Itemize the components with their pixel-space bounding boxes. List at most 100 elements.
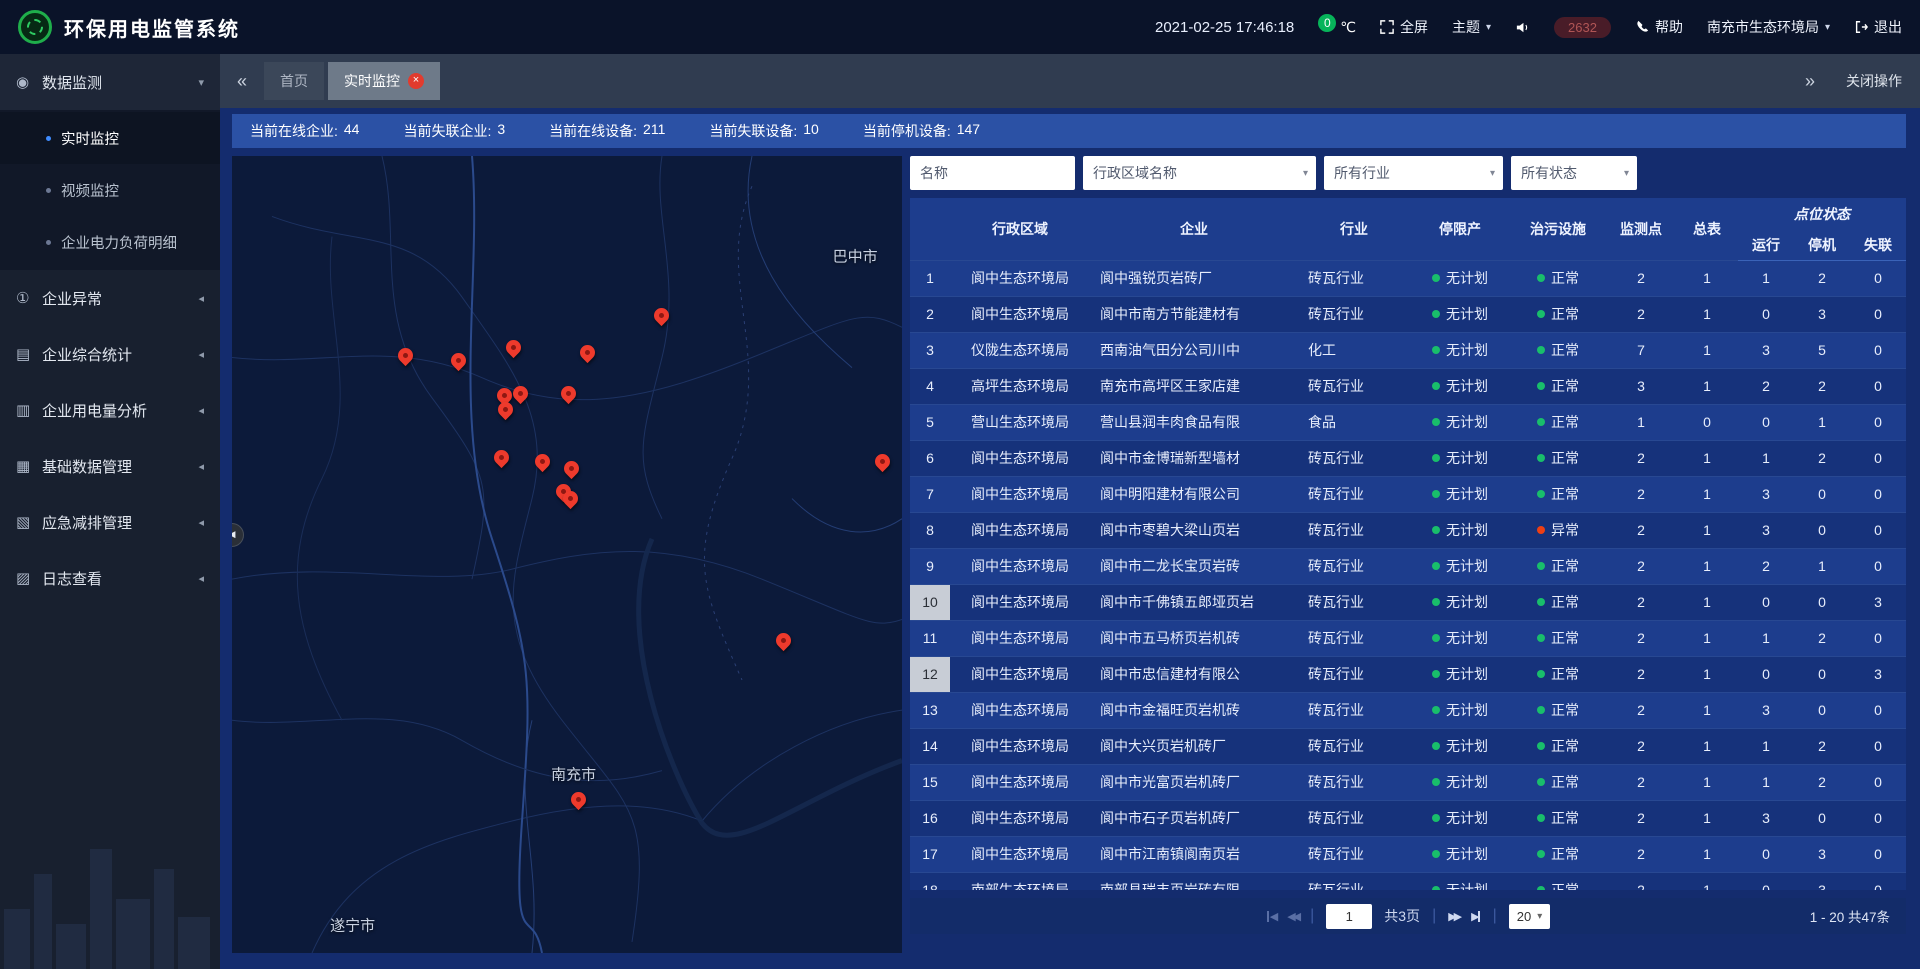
cell-industry: 砖瓦行业 [1298, 296, 1410, 332]
theme-dropdown[interactable]: 主题▾ [1452, 17, 1491, 37]
cell-run: 2 [1738, 368, 1794, 404]
first-page-button[interactable]: ◀ [1266, 910, 1275, 923]
cell-lost: 0 [1850, 440, 1906, 476]
cell-region: 仪陇生态环境局 [950, 332, 1090, 368]
sidebar-item-5[interactable]: ▦基础数据管理◂ [0, 438, 220, 494]
cell-lost: 0 [1850, 476, 1906, 512]
table-row[interactable]: 7阆中生态环境局阆中明阳建材有限公司砖瓦行业无计划正常21300 [910, 476, 1906, 512]
tabs-scroll-left-button[interactable]: « [220, 71, 264, 92]
datetime: 2021-02-25 17:46:18 [1155, 19, 1294, 36]
tab-1[interactable]: 首页 [264, 62, 324, 100]
cell-run: 0 [1738, 872, 1794, 890]
table-row[interactable]: 10阆中生态环境局阆中市千佛镇五郎垭页岩砖瓦行业无计划正常21003 [910, 584, 1906, 620]
name-search-input[interactable] [910, 156, 1075, 190]
cell-company: 阆中市千佛镇五郎垭页岩 [1090, 584, 1298, 620]
column-subheader: 停机 [1794, 230, 1850, 260]
page-size-select[interactable]: 20▾ [1509, 904, 1551, 929]
sidebar-item-3[interactable]: ▤企业综合统计◂ [0, 326, 220, 382]
industry-select[interactable]: 所有行业▾ [1324, 156, 1503, 190]
status-dot-green [1537, 598, 1545, 606]
status-dot-green [1537, 274, 1545, 282]
divider: | [1493, 907, 1497, 925]
cell-stop: 3 [1794, 836, 1850, 872]
table-row[interactable]: 17阆中生态环境局阆中市江南镇阆南页岩砖瓦行业无计划正常21030 [910, 836, 1906, 872]
cell-region: 阆中生态环境局 [950, 584, 1090, 620]
region-select[interactable]: 行政区域名称▾ [1083, 156, 1316, 190]
status-dot-green [1432, 490, 1440, 498]
sidebar-item-2[interactable]: ①企业异常◂ [0, 270, 220, 326]
status-dot-green [1432, 886, 1440, 890]
help-button[interactable]: 帮助 [1635, 17, 1683, 37]
tabs-scroll-right-button[interactable]: » [1788, 71, 1832, 92]
sidebar-item-6[interactable]: ▧应急减排管理◂ [0, 494, 220, 550]
phone-icon [1635, 20, 1649, 34]
table-row[interactable]: 1阆中生态环境局阆中强锐页岩砖厂砖瓦行业无计划正常21120 [910, 260, 1906, 296]
table-row[interactable]: 8阆中生态环境局阆中市枣碧大梁山页岩砖瓦行业无计划异常21300 [910, 512, 1906, 548]
table-row[interactable]: 9阆中生态环境局阆中市二龙长宝页岩砖砖瓦行业无计划正常21210 [910, 548, 1906, 584]
sidebar-subitem-1-1[interactable]: 实时监控 [0, 112, 220, 164]
cell-halt-status: 无计划 [1410, 836, 1510, 872]
close-operations-button[interactable]: 关闭操作 [1846, 71, 1902, 91]
table-row[interactable]: 4高坪生态环境局南充市高坪区王家店建砖瓦行业无计划正常31220 [910, 368, 1906, 404]
stat-value: 44 [344, 121, 360, 141]
tab-bar: « 首页实时监控× » 关闭操作 [220, 54, 1920, 108]
table-row[interactable]: 2阆中生态环境局阆中市南方节能建材有砖瓦行业无计划正常21030 [910, 296, 1906, 332]
cell-run: 0 [1738, 584, 1794, 620]
alert-count-badge[interactable]: 2632 [1554, 17, 1611, 38]
table-row[interactable]: 18南部生态环境局南部县瑞丰页岩砖有限砖瓦行业无计划正常21030 [910, 872, 1906, 890]
cell-points: 2 [1606, 656, 1676, 692]
cell-region: 阆中生态环境局 [950, 296, 1090, 332]
last-page-button[interactable]: ▶ [1471, 910, 1480, 923]
table-row[interactable]: 12阆中生态环境局阆中市忠信建材有限公砖瓦行业无计划正常21003 [910, 656, 1906, 692]
divider: | [1432, 907, 1436, 925]
cell-region: 阆中生态环境局 [950, 656, 1090, 692]
cell-halt-status: 无计划 [1410, 800, 1510, 836]
table-row[interactable]: 16阆中生态环境局阆中市石子页岩机砖厂砖瓦行业无计划正常21300 [910, 800, 1906, 836]
column-header: 行政区域 [950, 198, 1090, 260]
close-icon[interactable]: × [408, 73, 424, 89]
cell-company: 南充市高坪区王家店建 [1090, 368, 1298, 404]
cell-lost: 0 [1850, 764, 1906, 800]
column-header: 企业 [1090, 198, 1298, 260]
logout-button[interactable]: 退出 [1854, 17, 1902, 37]
fullscreen-button[interactable]: 全屏 [1380, 17, 1428, 37]
column-header: 监测点 [1606, 198, 1676, 260]
tabs: 首页实时监控× [264, 62, 440, 100]
speaker-icon[interactable] [1515, 20, 1530, 35]
table-row[interactable]: 6阆中生态环境局阆中市金博瑞新型墙材砖瓦行业无计划正常21120 [910, 440, 1906, 476]
cell-region: 阆中生态环境局 [950, 260, 1090, 296]
stat-item-3: 当前在线设备:211 [549, 121, 665, 141]
stat-value: 211 [643, 121, 665, 141]
sidebar-item-1[interactable]: ◉数据监测▾ [0, 54, 220, 110]
chevron-left-icon: ◂ [198, 460, 204, 473]
cell-run: 1 [1738, 620, 1794, 656]
monitor-icon: ◉ [16, 73, 42, 91]
map-panel[interactable]: 巴中市南充市遂宁市 ◀ [232, 156, 902, 953]
status-dot-green [1432, 706, 1440, 714]
fullscreen-icon [1380, 20, 1394, 34]
cell-meters: 1 [1676, 728, 1738, 764]
table-row[interactable]: 11阆中生态环境局阆中市五马桥页岩机砖砖瓦行业无计划正常21120 [910, 620, 1906, 656]
sidebar-item-7[interactable]: ▨日志查看◂ [0, 550, 220, 606]
monitor-panel: 行政区域名称▾ 所有行业▾ 所有状态▾ [910, 156, 1906, 969]
org-dropdown[interactable]: 南充市生态环境局▾ [1707, 17, 1830, 37]
cell-industry: 砖瓦行业 [1298, 728, 1410, 764]
sidebar-item-4[interactable]: ▥企业用电量分析◂ [0, 382, 220, 438]
stat-value: 10 [803, 121, 819, 141]
tab-2[interactable]: 实时监控× [328, 62, 440, 100]
stat-item-1: 当前在线企业:44 [250, 121, 359, 141]
prev-page-button[interactable]: ◀◀ [1287, 910, 1298, 923]
cell-run: 2 [1738, 548, 1794, 584]
page-number-input[interactable] [1326, 904, 1372, 929]
table-row[interactable]: 13阆中生态环境局阆中市金福旺页岩机砖砖瓦行业无计划正常21300 [910, 692, 1906, 728]
sidebar-subitem-1-3[interactable]: 企业电力负荷明细 [0, 216, 220, 268]
cell-company: 阆中市光富页岩机砖厂 [1090, 764, 1298, 800]
table-row[interactable]: 15阆中生态环境局阆中市光富页岩机砖厂砖瓦行业无计划正常21120 [910, 764, 1906, 800]
status-select[interactable]: 所有状态▾ [1511, 156, 1637, 190]
cell-facility-status: 正常 [1510, 872, 1606, 890]
table-row[interactable]: 3仪陇生态环境局西南油气田分公司川中化工无计划正常71350 [910, 332, 1906, 368]
table-row[interactable]: 5营山生态环境局营山县润丰肉食品有限食品无计划正常10010 [910, 404, 1906, 440]
next-page-button[interactable]: ▶▶ [1448, 910, 1459, 923]
sidebar-subitem-1-2[interactable]: 视频监控 [0, 164, 220, 216]
table-row[interactable]: 14阆中生态环境局阆中大兴页岩机砖厂砖瓦行业无计划正常21120 [910, 728, 1906, 764]
